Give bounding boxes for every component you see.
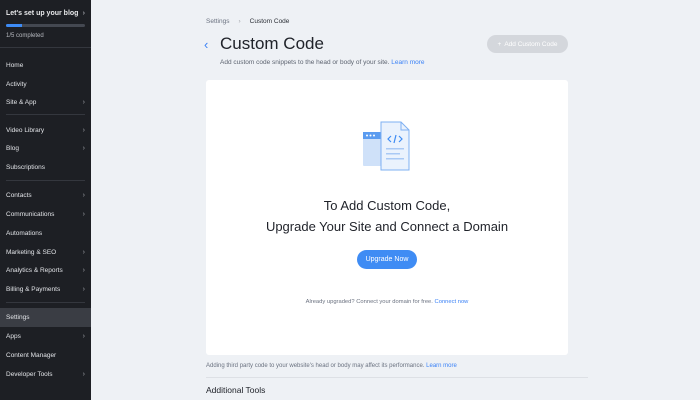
already-upgraded-text: Already upgraded? Connect your domain fo…: [305, 299, 433, 305]
page-subtitle: Add custom code snippets to the head or …: [220, 59, 425, 66]
sidebar-divider: [6, 180, 85, 181]
card-heading-line2: Upgrade Your Site and Connect a Domain: [265, 219, 509, 234]
sidebar-item-label: Analytics & Reports: [6, 267, 63, 274]
sidebar-item-label: Settings: [6, 314, 30, 321]
sidebar-item-label: Activity: [6, 81, 27, 88]
chevron-right-icon: ›: [238, 18, 241, 25]
chevron-right-icon: ›: [82, 249, 85, 256]
sidebar-item-apps[interactable]: Apps ›: [0, 327, 91, 346]
chevron-right-icon: ›: [82, 371, 85, 378]
add-custom-code-button[interactable]: + Add Custom Code: [487, 35, 568, 53]
chevron-right-icon: ›: [82, 286, 85, 293]
sidebar-item-label: Contacts: [6, 192, 32, 199]
plus-icon: +: [497, 40, 502, 48]
chevron-right-icon: ›: [82, 333, 85, 340]
already-upgraded-note: Already upgraded? Connect your domain fo…: [206, 299, 568, 305]
chevron-right-icon: ›: [82, 267, 85, 274]
sidebar-item-label: Site & App: [6, 99, 37, 106]
performance-note-text: Adding third party code to your website'…: [206, 363, 425, 369]
setup-progress-fill: [6, 24, 22, 27]
sidebar-item-billing-payments[interactable]: Billing & Payments ›: [0, 280, 91, 299]
chevron-right-icon: ›: [82, 99, 85, 106]
card-heading-line1: To Add Custom Code,: [323, 198, 451, 213]
chevron-right-icon: ›: [82, 10, 85, 17]
sidebar-item-label: Marketing & SEO: [6, 249, 57, 256]
sidebar-item-label: Content Manager: [6, 352, 57, 359]
chevron-right-icon: ›: [82, 211, 85, 218]
additional-tools-heading: Additional Tools: [206, 385, 266, 395]
sidebar-item-label: Video Library: [6, 127, 45, 134]
section-divider: [206, 377, 588, 378]
sidebar-item-home[interactable]: Home: [0, 56, 91, 75]
footnote-learn-more-link[interactable]: Learn more: [426, 363, 457, 369]
sidebar-item-blog[interactable]: Blog ›: [0, 139, 91, 158]
sidebar-item-video-library[interactable]: Video Library ›: [0, 121, 91, 140]
chevron-right-icon: ›: [82, 192, 85, 199]
setup-panel[interactable]: Let's set up your blog › 1/5 completed: [0, 0, 91, 48]
sidebar-item-developer-tools[interactable]: Developer Tools ›: [0, 365, 91, 384]
setup-progress-bar: [6, 24, 85, 27]
performance-note: Adding third party code to your website'…: [206, 363, 457, 369]
sidebar-item-label: Communications: [6, 211, 55, 218]
sidebar-item-automations[interactable]: Automations: [0, 224, 91, 243]
sidebar: Let's set up your blog › 1/5 completed H…: [0, 0, 91, 400]
sidebar-item-contacts[interactable]: Contacts ›: [0, 186, 91, 205]
setup-title: Let's set up your blog: [6, 10, 79, 17]
sidebar-item-analytics-reports[interactable]: Analytics & Reports ›: [0, 261, 91, 280]
learn-more-link[interactable]: Learn more: [391, 59, 424, 66]
sidebar-item-site-app[interactable]: Site & App ›: [0, 93, 91, 112]
sidebar-divider: [6, 114, 85, 115]
breadcrumb: Settings › Custom Code: [206, 18, 289, 25]
sidebar-item-subscriptions[interactable]: Subscriptions: [0, 158, 91, 177]
add-custom-code-label: Add Custom Code: [504, 40, 558, 48]
sidebar-item-marketing-seo[interactable]: Marketing & SEO ›: [0, 243, 91, 262]
setup-progress-text: 1/5 completed: [6, 33, 44, 39]
sidebar-item-label: Billing & Payments: [6, 286, 61, 293]
breadcrumb-settings[interactable]: Settings: [206, 18, 230, 25]
sidebar-item-label: Apps: [6, 333, 21, 340]
connect-now-link[interactable]: Connect now: [435, 299, 469, 305]
sidebar-item-activity[interactable]: Activity: [0, 75, 91, 94]
sidebar-item-label: Subscriptions: [6, 164, 46, 171]
breadcrumb-current: Custom Code: [249, 18, 290, 25]
sidebar-item-label: Home: [6, 62, 24, 69]
page-title: Custom Code: [220, 34, 324, 53]
code-file-illustration-icon: [363, 121, 410, 171]
chevron-right-icon: ›: [82, 145, 85, 152]
sidebar-item-label: Blog: [6, 145, 20, 152]
chevron-right-icon: ›: [82, 127, 85, 134]
sidebar-item-content-manager[interactable]: Content Manager: [0, 346, 91, 365]
sidebar-item-label: Developer Tools: [6, 371, 53, 378]
upgrade-now-button[interactable]: Upgrade Now: [357, 250, 417, 269]
subtitle-text: Add custom code snippets to the head or …: [220, 59, 390, 66]
sidebar-divider: [6, 302, 85, 303]
upgrade-card: To Add Custom Code, Upgrade Your Site an…: [206, 80, 568, 355]
back-arrow-icon[interactable]: ‹: [204, 37, 208, 52]
sidebar-item-label: Automations: [6, 230, 43, 237]
sidebar-item-settings[interactable]: Settings: [0, 308, 91, 327]
sidebar-item-communications[interactable]: Communications ›: [0, 205, 91, 224]
